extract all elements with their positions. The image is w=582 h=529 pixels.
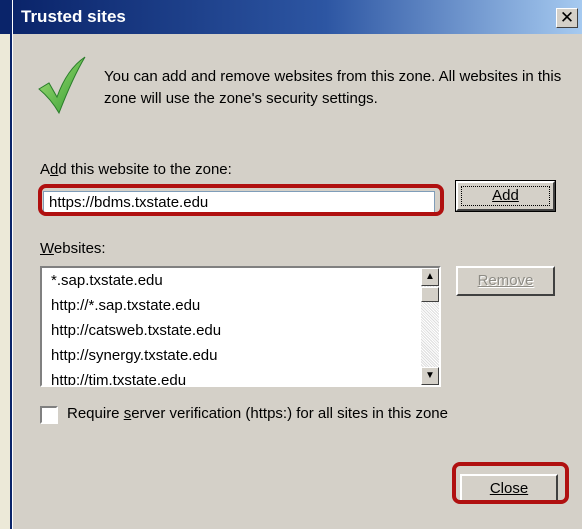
highlight-close-button (452, 462, 569, 504)
remove-button[interactable]: Remove (456, 266, 555, 296)
scroll-thumb[interactable] (421, 287, 439, 302)
list-item[interactable]: http://tim.txstate.edu (51, 369, 186, 385)
websites-list[interactable]: *.sap.txstate.edu http://*.sap.txstate.e… (40, 266, 441, 387)
list-item[interactable]: http://synergy.txstate.edu (51, 344, 217, 368)
title-bar[interactable]: Trusted sites ✕ (13, 0, 582, 34)
focus-rect (461, 186, 550, 206)
background-window-titlebar (0, 0, 10, 34)
close-icon[interactable]: ✕ (556, 8, 578, 28)
background-window-edge (0, 0, 12, 529)
trusted-sites-dialog: Trusted sites ✕ You can add and remove w… (13, 0, 582, 529)
server-verification-label[interactable]: Require server verification (https:) for… (67, 405, 448, 422)
list-item[interactable]: *.sap.txstate.edu (51, 269, 163, 293)
list-item[interactable]: http://*.sap.txstate.edu (51, 294, 200, 318)
dialog-title: Trusted sites (21, 7, 126, 26)
scroll-up-icon[interactable]: ▲ (421, 268, 439, 286)
list-scrollbar[interactable]: ▲ ▼ (421, 268, 439, 385)
check-icon (38, 56, 86, 115)
add-button[interactable]: Add (455, 180, 556, 212)
highlight-url-input (38, 184, 444, 216)
server-verification-checkbox[interactable] (40, 406, 58, 424)
websites-label: Websites: (40, 240, 106, 257)
add-website-label: Add this website to the zone: (40, 161, 232, 178)
zone-info-text: You can add and remove websites from thi… (104, 68, 562, 107)
list-item[interactable]: http://catsweb.txstate.edu (51, 319, 221, 343)
scroll-down-icon[interactable]: ▼ (421, 367, 439, 385)
